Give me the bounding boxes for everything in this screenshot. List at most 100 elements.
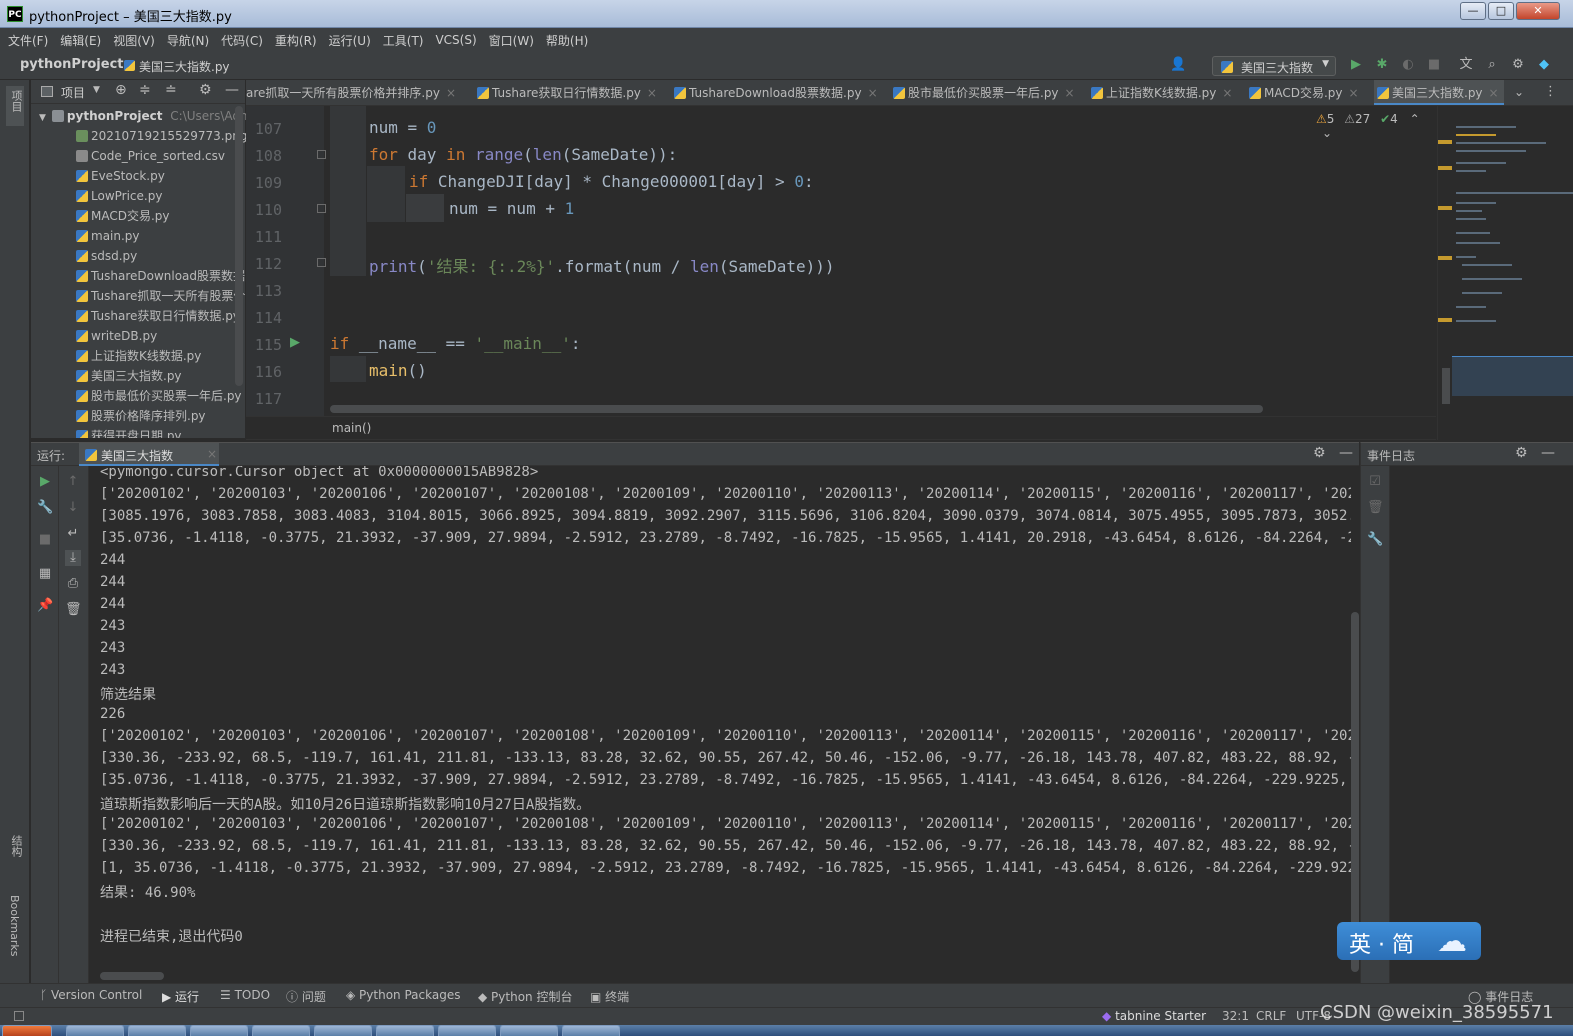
tool-todo[interactable]: ☰ TODO bbox=[220, 988, 270, 1002]
tool-run[interactable]: ▶ 运行 bbox=[162, 988, 199, 1005]
code-editor[interactable]: 107 108 109 110 111 112 113 114 115 116 … bbox=[246, 106, 1436, 416]
close-icon[interactable]: × bbox=[207, 447, 217, 461]
taskbar-app[interactable] bbox=[438, 1025, 496, 1036]
hide-icon[interactable]: — bbox=[1541, 445, 1555, 461]
caret-position[interactable]: 32:1 bbox=[1222, 1009, 1249, 1023]
tab-lowest-price[interactable]: 股市最低价买股票一年后.py × bbox=[890, 80, 1075, 105]
run-gutter-icon[interactable]: ▶ bbox=[290, 335, 300, 350]
menu-window[interactable]: 窗口(W) bbox=[489, 32, 534, 49]
arrow-up-icon[interactable]: ↑ bbox=[65, 474, 81, 490]
scroll-to-end-icon[interactable]: ⤓ bbox=[65, 550, 81, 566]
tab-tushare-download[interactable]: TushareDownload股票数据.py × bbox=[671, 80, 878, 105]
tree-file[interactable]: LowPrice.py bbox=[76, 186, 162, 206]
close-icon[interactable]: × bbox=[1489, 86, 1499, 100]
menu-vcs[interactable]: VCS(S) bbox=[435, 33, 476, 47]
run-console[interactable]: <pymongo.cursor.Cursor object at 0x00000… bbox=[89, 466, 1351, 983]
tabnine-widget[interactable]: ◆ tabnine Starter bbox=[1102, 1009, 1206, 1023]
tree-file[interactable]: 股票价格降序排列.py bbox=[76, 406, 206, 426]
print-icon[interactable]: ⎙ bbox=[65, 576, 81, 592]
close-icon[interactable]: × bbox=[868, 86, 878, 100]
user-icon[interactable]: 👤 bbox=[1170, 57, 1186, 73]
line-separator[interactable]: CRLF bbox=[1256, 1009, 1286, 1023]
structure-tool-button[interactable]: 结构 bbox=[8, 835, 24, 857]
breadcrumb-file[interactable]: 美国三大指数.py bbox=[139, 58, 230, 75]
translate-icon[interactable]: 文 bbox=[1458, 57, 1474, 73]
chevron-down-icon[interactable]: ▼ bbox=[93, 85, 100, 95]
plugin-icon[interactable]: ◆ bbox=[1536, 57, 1552, 73]
more-icon[interactable]: ⋮ bbox=[1544, 84, 1557, 99]
minimap-scroll[interactable] bbox=[1442, 368, 1450, 404]
close-button[interactable]: ✕ bbox=[1516, 2, 1560, 20]
ime-indicator[interactable]: 英 · 简 ☁ bbox=[1337, 922, 1481, 960]
menu-run[interactable]: 运行(U) bbox=[329, 32, 371, 49]
tree-file[interactable]: writeDB.py bbox=[76, 326, 157, 346]
breadcrumb-function[interactable]: main() bbox=[332, 421, 371, 435]
menu-edit[interactable]: 编辑(E) bbox=[60, 32, 101, 49]
taskbar-app[interactable] bbox=[314, 1025, 372, 1036]
tool-python-packages[interactable]: ◈ Python Packages bbox=[346, 988, 460, 1002]
stop-icon[interactable]: ■ bbox=[1426, 57, 1442, 73]
run-tab[interactable]: 美国三大指数 × bbox=[79, 443, 219, 467]
run-config-dropdown[interactable]: 美国三大指数 ▼ bbox=[1212, 56, 1336, 76]
taskbar-app[interactable] bbox=[66, 1025, 124, 1036]
taskbar-app[interactable] bbox=[500, 1025, 558, 1036]
mark-read-icon[interactable]: ☑ bbox=[1367, 474, 1383, 490]
project-scrollbar[interactable] bbox=[235, 106, 243, 386]
run-icon[interactable]: ▶ bbox=[1348, 57, 1364, 73]
tree-file[interactable]: Tushare获取日行情数据.py bbox=[76, 306, 240, 326]
hide-icon[interactable]: — bbox=[225, 82, 239, 98]
layout-icon[interactable]: ▦ bbox=[37, 566, 53, 582]
console-horizontal-scrollbar[interactable] bbox=[100, 972, 164, 980]
tab-us-indices[interactable]: 美国三大指数.py × bbox=[1374, 80, 1504, 105]
taskbar-app[interactable] bbox=[252, 1025, 310, 1036]
close-icon[interactable]: × bbox=[446, 86, 456, 100]
tree-file[interactable]: 股市最低价买股票一年后.py bbox=[76, 386, 242, 406]
close-icon[interactable]: × bbox=[647, 86, 657, 100]
chevron-down-icon[interactable]: ⌄ bbox=[1322, 126, 1332, 140]
tree-file[interactable]: EveStock.py bbox=[76, 166, 165, 186]
menu-refactor[interactable]: 重构(R) bbox=[275, 32, 317, 49]
close-icon[interactable]: × bbox=[1065, 86, 1075, 100]
taskbar-app[interactable] bbox=[190, 1025, 248, 1036]
close-icon[interactable]: × bbox=[1349, 86, 1359, 100]
tree-file[interactable]: TushareDownload股票数据 bbox=[76, 266, 245, 286]
project-tool-button[interactable]: 项目 bbox=[6, 86, 24, 126]
collapse-all-icon[interactable]: ≐ bbox=[165, 82, 177, 98]
soft-wrap-icon[interactable]: ↵ bbox=[65, 526, 81, 542]
layout-toggle-icon[interactable] bbox=[14, 1011, 24, 1021]
stop-icon[interactable]: ■ bbox=[37, 532, 53, 548]
tree-file[interactable]: Code_Price_sorted.csv bbox=[76, 146, 225, 166]
search-icon[interactable]: ⌕ bbox=[1484, 57, 1500, 73]
gear-icon[interactable]: ⚙ bbox=[1515, 445, 1528, 461]
taskbar-app[interactable] bbox=[376, 1025, 434, 1036]
fold-icon[interactable] bbox=[317, 258, 326, 267]
tab-tushare-daily[interactable]: Tushare获取日行情数据.py × bbox=[474, 80, 657, 105]
trash-icon[interactable]: 🗑 bbox=[1367, 500, 1384, 516]
menu-navigate[interactable]: 导航(N) bbox=[167, 32, 209, 49]
fold-icon[interactable] bbox=[317, 204, 326, 213]
tree-file[interactable]: 20210719215529773.png bbox=[76, 126, 247, 146]
menu-help[interactable]: 帮助(H) bbox=[546, 32, 588, 49]
tree-file[interactable]: MACD交易.py bbox=[76, 206, 170, 226]
gear-icon[interactable]: ⚙ bbox=[199, 82, 212, 98]
tab-shanghai-kline[interactable]: 上证指数K线数据.py × bbox=[1088, 80, 1232, 105]
tree-root[interactable]: ▼ pythonProject C:\Users\Adm bbox=[39, 106, 252, 126]
wrench-icon[interactable]: 🔧 bbox=[1367, 532, 1383, 548]
rerun-icon[interactable]: ▶ bbox=[37, 474, 53, 490]
editor-horizontal-scrollbar[interactable] bbox=[330, 405, 1263, 413]
minimize-button[interactable]: — bbox=[1460, 2, 1486, 20]
bookmarks-tool-button[interactable]: Bookmarks bbox=[8, 895, 21, 956]
code-minimap[interactable] bbox=[1437, 106, 1573, 440]
menu-view[interactable]: 视图(V) bbox=[113, 32, 155, 49]
chevron-up-icon[interactable]: ⌃ bbox=[1410, 112, 1420, 126]
tree-file[interactable]: 美国三大指数.py bbox=[76, 366, 182, 386]
chevron-down-icon[interactable]: ⌄ bbox=[1514, 85, 1524, 99]
tree-file[interactable]: Tushare抓取一天所有股票价 bbox=[76, 286, 245, 306]
project-view-selector[interactable]: 项目 bbox=[61, 84, 85, 101]
debug-icon[interactable]: ✱ bbox=[1374, 57, 1390, 73]
trash-icon[interactable]: 🗑 bbox=[65, 602, 82, 618]
tree-file[interactable]: 获得开盘日期.py bbox=[76, 426, 182, 438]
fold-icon[interactable] bbox=[317, 150, 326, 159]
menu-tools[interactable]: 工具(T) bbox=[383, 32, 424, 49]
breadcrumb-project[interactable]: pythonProject bbox=[20, 57, 124, 72]
